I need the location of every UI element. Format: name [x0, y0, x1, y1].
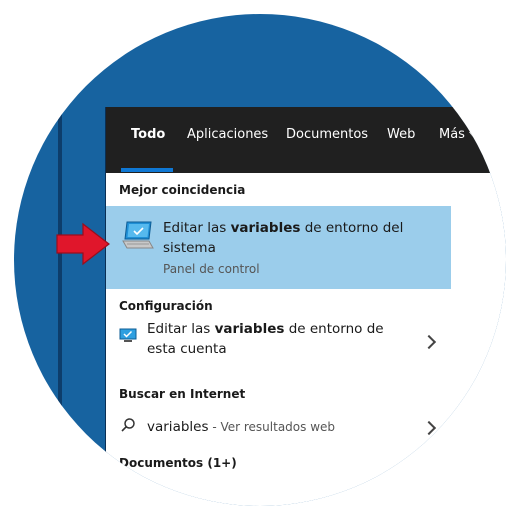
section-documents: Documentos (1+) — [119, 456, 237, 470]
chevron-right-icon — [421, 334, 437, 350]
search-tabs-bar: Todo Aplicaciones Documentos Web Más — [106, 107, 506, 173]
chevron-down-icon — [468, 132, 477, 137]
tab-mas-label: Más — [439, 127, 465, 142]
settings-result-text: Editar las variables de entorno de esta … — [147, 319, 397, 359]
web-search-text: variables - Ver resultados web — [147, 417, 335, 437]
section-settings: Configuración — [119, 299, 213, 313]
window-edge — [58, 104, 62, 506]
settings-text-bold: variables — [214, 321, 285, 337]
tab-todo[interactable]: Todo — [131, 127, 165, 142]
partial-text: E — [504, 290, 506, 308]
settings-text-before: Editar las — [147, 321, 215, 337]
tab-web[interactable]: Web — [387, 127, 415, 142]
settings-result-item[interactable]: Editar las variables de entorno de esta … — [106, 319, 451, 367]
tab-documentos[interactable]: Documentos — [286, 127, 368, 142]
web-search-hint: - Ver resultados web — [208, 420, 336, 434]
web-search-query: variables — [147, 419, 209, 435]
section-internet: Buscar en Internet — [119, 387, 246, 401]
web-search-item[interactable]: variables - Ver resultados web — [106, 409, 451, 445]
best-match-subtitle: Panel de control — [163, 262, 260, 276]
computer-icon — [122, 221, 154, 249]
best-match-title: Editar las variables de entorno del sist… — [163, 218, 423, 258]
active-tab-indicator — [121, 168, 173, 172]
section-best-match: Mejor coincidencia — [119, 183, 246, 197]
best-match-title-before: Editar las — [163, 220, 231, 236]
zoom-circle: Todo Aplicaciones Documentos Web Más Mej… — [14, 14, 506, 506]
best-match-title-bold: variables — [230, 220, 301, 236]
red-arrow-icon — [56, 222, 110, 266]
tab-mas[interactable]: Más — [439, 127, 477, 142]
best-match-item[interactable]: Editar las variables de entorno del sist… — [106, 206, 451, 289]
monitor-settings-icon — [119, 328, 137, 342]
chevron-right-icon — [421, 420, 437, 436]
search-panel: Todo Aplicaciones Documentos Web Más Mej… — [106, 107, 506, 506]
tab-aplicaciones[interactable]: Aplicaciones — [187, 127, 268, 142]
search-icon — [121, 418, 135, 432]
